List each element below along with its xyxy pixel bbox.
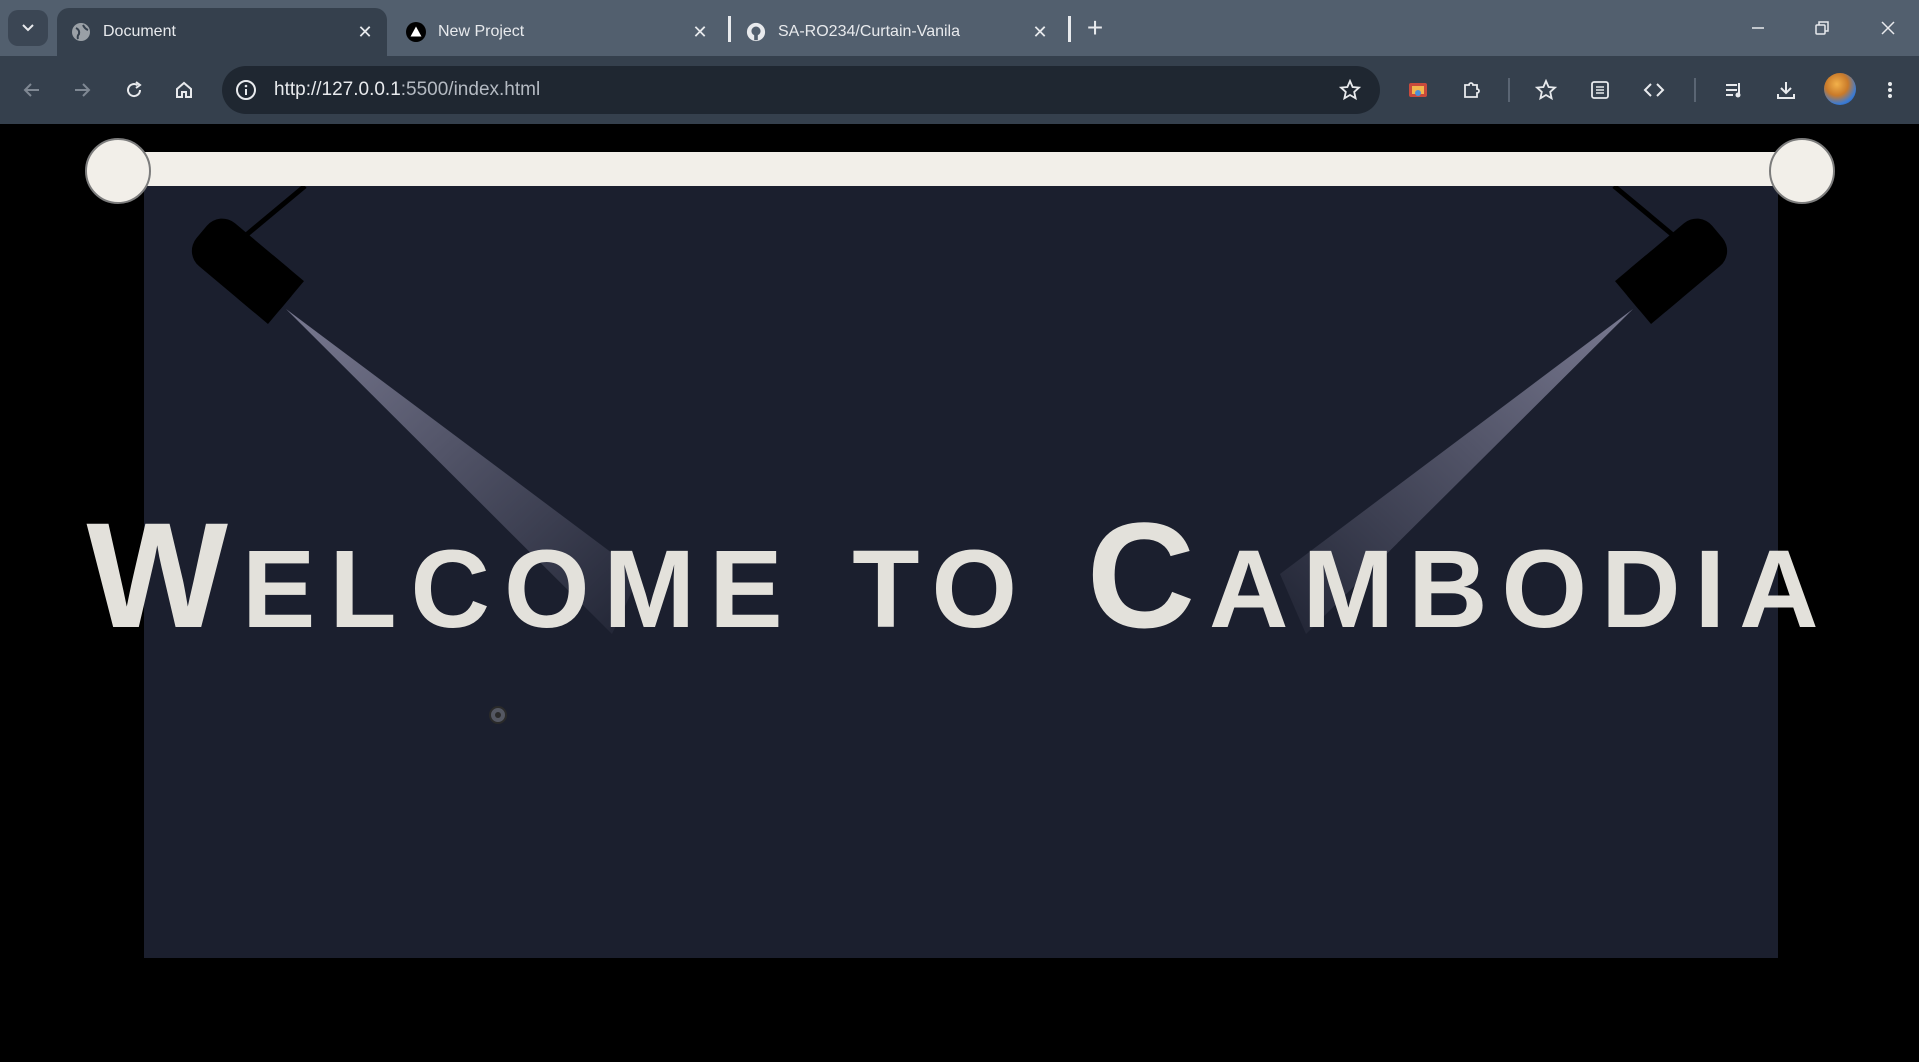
reading-list-icon (1591, 81, 1609, 99)
spotlight-right (1615, 218, 1728, 325)
devtools-button[interactable] (1636, 72, 1672, 108)
close-tab-icon[interactable]: ✕ (688, 20, 712, 44)
tab-document[interactable]: Document ✕ (57, 8, 387, 56)
headline-word-to: TO (852, 528, 1032, 651)
downloads-button[interactable] (1768, 72, 1804, 108)
arrow-left-icon (23, 83, 39, 97)
mouse-cursor (489, 706, 507, 724)
extensions-button[interactable] (1454, 72, 1490, 108)
url-host: http://127.0.0.1 (274, 79, 401, 100)
curtain-rod-end-left (85, 138, 151, 204)
cast-app-icon (1409, 83, 1427, 97)
chevron-down-icon (22, 24, 34, 32)
tab-title: SA-RO234/Curtain-Vanila (778, 23, 961, 40)
tab-strip: Document ✕ New Project ✕ SA-RO234/Curtai… (0, 0, 1919, 56)
bookmarks-button[interactable] (1528, 72, 1564, 108)
cast-extension-button[interactable] (1400, 72, 1436, 108)
address-bar[interactable]: http://127.0.0.1:5500/index.html (222, 66, 1380, 114)
profile-avatar[interactable] (1824, 73, 1856, 105)
triangle-logo-icon (406, 22, 426, 42)
more-vert-icon (1888, 82, 1892, 98)
bookmark-star-icon[interactable] (1338, 78, 1362, 102)
forward-button[interactable] (64, 72, 100, 108)
minimize-icon (1752, 27, 1764, 29)
site-info-icon[interactable] (234, 78, 258, 102)
arrow-right-icon (75, 83, 91, 97)
download-icon (1777, 82, 1795, 99)
github-icon (746, 22, 766, 42)
headline-initial-w: W (86, 491, 242, 659)
home-button[interactable] (166, 72, 202, 108)
media-control-button[interactable] (1716, 72, 1752, 108)
spotlight-arm-right (1612, 184, 1676, 238)
tab-github[interactable]: SA-RO234/Curtain-Vanila ✕ (732, 8, 1062, 56)
url-path: :5500/index.html (400, 79, 541, 100)
close-tab-icon[interactable]: ✕ (1028, 20, 1052, 44)
toolbar-divider (1694, 78, 1696, 102)
back-button[interactable] (14, 72, 50, 108)
curtain-rod-end-right (1769, 138, 1835, 204)
toolbar-divider (1508, 78, 1510, 102)
url-text: http://127.0.0.1:5500/index.html (274, 79, 540, 101)
star-list-icon (1535, 79, 1557, 101)
tab-new-project[interactable]: New Project ✕ (392, 8, 722, 56)
close-window-button[interactable] (1860, 8, 1916, 48)
menu-button[interactable] (1872, 72, 1908, 108)
close-icon (1881, 21, 1895, 35)
new-tab-button[interactable]: + (1080, 12, 1110, 44)
globe-icon (71, 22, 91, 42)
welcome-headline: WELCOME TO CAMBODIA (0, 500, 1919, 650)
close-tab-icon[interactable]: ✕ (353, 20, 377, 44)
restore-button[interactable] (1794, 8, 1850, 48)
browser-toolbar: http://127.0.0.1:5500/index.html (0, 56, 1919, 124)
tab-search-button[interactable] (8, 10, 48, 46)
curtain-rod (110, 152, 1810, 186)
headline-initial-c: C (1086, 491, 1210, 659)
reload-button[interactable] (116, 72, 152, 108)
spotlight-arm-left (243, 184, 307, 238)
page-viewport: WELCOME TO CAMBODIA (0, 124, 1919, 1062)
tab-separator (728, 16, 731, 42)
reading-list-button[interactable] (1582, 72, 1618, 108)
headline-word-welcome: ELCOME (242, 528, 797, 651)
media-queue-icon (1726, 83, 1741, 98)
tab-title: Document (103, 23, 176, 40)
headline-word-cambodia: AMBODIA (1209, 528, 1833, 651)
code-icon (1643, 83, 1665, 97)
restore-icon (1815, 21, 1829, 35)
home-icon (176, 81, 192, 98)
spotlight-left (191, 218, 304, 325)
tab-title: New Project (438, 23, 525, 40)
reload-icon (127, 81, 142, 98)
puzzle-icon (1464, 82, 1480, 98)
tab-separator (1068, 16, 1071, 42)
minimize-button[interactable] (1730, 8, 1786, 48)
